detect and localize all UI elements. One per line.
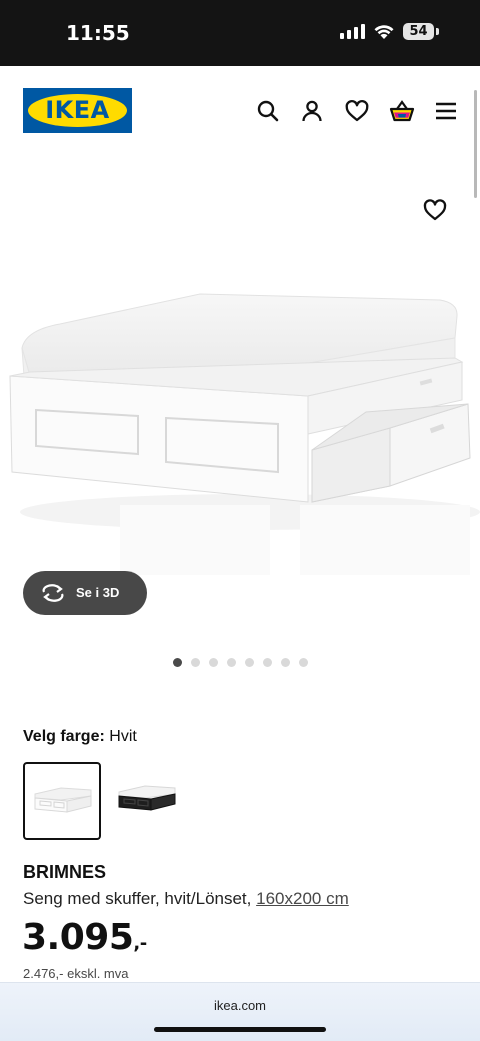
color-value: Hvit — [109, 728, 137, 745]
home-indicator[interactable] — [154, 1027, 326, 1032]
status-time: 11:55 — [66, 21, 130, 45]
carousel-dot[interactable] — [263, 658, 272, 667]
ikea-logo[interactable]: IKEA — [23, 88, 132, 133]
carousel-dot[interactable] — [173, 658, 182, 667]
price-ex-vat: 2.476,- ekskl. mva — [23, 966, 129, 981]
menu-icon[interactable] — [433, 98, 459, 124]
carousel-dot[interactable] — [227, 658, 236, 667]
black-bed-thumbnail — [118, 785, 176, 811]
add-to-favourites-icon[interactable] — [422, 198, 448, 222]
product-description: Seng med skuffer, hvit/Lönset, — [23, 889, 252, 908]
carousel-dot[interactable] — [245, 658, 254, 667]
browser-address-bar[interactable]: ikea.com — [0, 982, 480, 1041]
basket-icon[interactable] — [389, 98, 415, 124]
wifi-icon — [374, 25, 394, 39]
carousel-dot[interactable] — [281, 658, 290, 667]
signal-icon — [340, 24, 365, 39]
page-scrollbar[interactable] — [474, 90, 477, 198]
logo-text: IKEA — [45, 96, 110, 124]
user-icon[interactable] — [299, 98, 325, 124]
view-in-3d-button[interactable]: Se i 3D — [23, 571, 147, 615]
rotate-3d-icon — [42, 584, 64, 602]
search-icon[interactable] — [255, 98, 281, 124]
site-header: IKEA — [0, 66, 480, 156]
product-price: 3.095,- — [22, 917, 147, 958]
color-swatch-black[interactable] — [109, 762, 187, 840]
product-size-link[interactable]: 160x200 cm — [256, 889, 349, 908]
carousel-dot[interactable] — [209, 658, 218, 667]
battery-icon: 54 — [403, 23, 434, 40]
color-picker-label: Velg farge: Hvit — [23, 728, 137, 746]
color-label: Velg farge: — [23, 728, 105, 745]
product-name: BRIMNES — [23, 862, 107, 882]
price-value: 3.095 — [22, 917, 134, 958]
white-bed-thumbnail — [34, 787, 92, 813]
carousel-dot[interactable] — [299, 658, 308, 667]
heart-icon[interactable] — [344, 98, 370, 124]
image-carousel-dots[interactable] — [173, 658, 308, 667]
carousel-dot[interactable] — [191, 658, 200, 667]
status-bar: 11:55 54 — [0, 0, 480, 66]
color-swatch-white[interactable] — [23, 762, 101, 840]
view-in-3d-label: Se i 3D — [76, 585, 120, 600]
product-image[interactable] — [0, 250, 480, 580]
browser-url[interactable]: ikea.com — [0, 998, 480, 1013]
price-suffix: ,- — [133, 933, 147, 954]
battery-tip — [436, 28, 439, 35]
product-description-line: Seng med skuffer, hvit/Lönset, 160x200 c… — [23, 889, 349, 909]
